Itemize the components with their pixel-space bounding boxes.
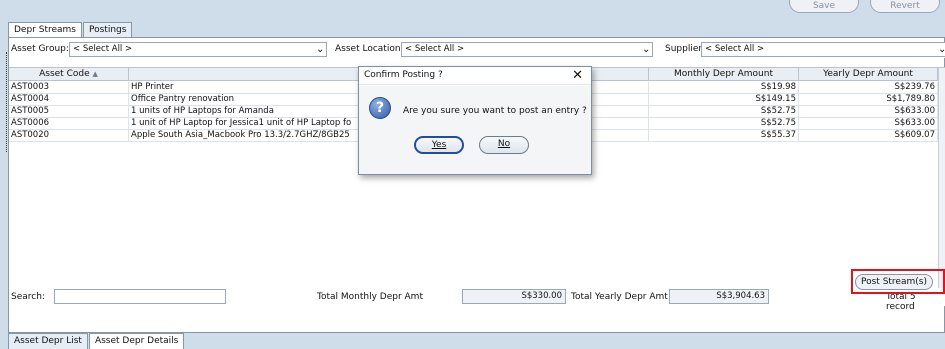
asset-group-select[interactable]: < Select All > ⌄ xyxy=(69,42,327,57)
asset-group-label: Asset Group: xyxy=(11,44,69,54)
chevron-down-icon: ⌄ xyxy=(938,44,945,55)
total-yearly-label: Total Yearly Depr Amt xyxy=(571,292,668,302)
total-monthly-value: S$330.00 xyxy=(462,289,566,304)
confirm-posting-dialog: Confirm Posting ? ✕ ? Are you sure you w… xyxy=(358,66,592,175)
tab-depr-streams[interactable]: Depr Streams xyxy=(8,22,82,38)
column-header-yearly[interactable]: Yearly Depr Amount xyxy=(799,68,938,81)
table-cell: S$55.37 xyxy=(649,130,799,142)
table-cell: AST0005 xyxy=(9,106,129,118)
search-label: Search: xyxy=(11,292,45,302)
dialog-body: ? Are you sure you want to post an entry… xyxy=(359,86,591,174)
totals-bar: Search: Total Monthly Depr Amt S$330.00 … xyxy=(9,288,945,312)
sort-asc-icon: ▲ xyxy=(92,70,98,78)
dialog-titlebar: Confirm Posting ? ✕ xyxy=(359,67,591,85)
asset-location-select[interactable]: < Select All > ⌄ xyxy=(401,42,653,57)
total-yearly-value: S$3,904.63 xyxy=(669,289,769,304)
table-cell: AST0004 xyxy=(9,94,129,106)
filter-bar: Asset Group: < Select All > ⌄ Asset Loca… xyxy=(9,42,945,58)
tab-postings[interactable]: Postings xyxy=(83,22,133,38)
top-tabs: Depr Streams Postings xyxy=(8,22,133,38)
column-header-asset-code[interactable]: Asset Code ▲ xyxy=(9,68,129,81)
total-monthly-label: Total Monthly Depr Amt xyxy=(317,292,423,302)
post-streams-button[interactable]: Post Stream(s) xyxy=(855,274,933,290)
table-cell: S$149.15 xyxy=(649,94,799,106)
asset-location-value: < Select All > xyxy=(405,44,465,54)
total-records: Total 5 record xyxy=(886,292,916,312)
table-cell: S$239.76 xyxy=(799,82,938,94)
table-cell: S$52.75 xyxy=(649,106,799,118)
bottom-tabs: Asset Depr List Asset Depr Details xyxy=(0,333,945,349)
table-cell: S$1,789.80 xyxy=(799,94,938,106)
table-cell: S$609.07 xyxy=(799,130,938,142)
table-cell: S$633.00 xyxy=(799,106,938,118)
grid-scrollbar[interactable] xyxy=(938,68,945,288)
no-button[interactable]: No xyxy=(479,136,529,154)
column-header-monthly[interactable]: Monthly Depr Amount xyxy=(649,68,799,81)
top-toolbar: Save Revert xyxy=(0,0,945,20)
supplier-label: Supplier: xyxy=(665,44,705,54)
yes-button[interactable]: Yes xyxy=(414,136,464,154)
supplier-value: < Select All > xyxy=(705,44,765,54)
tab-asset-depr-list[interactable]: Asset Depr List xyxy=(8,333,88,349)
tab-asset-depr-details[interactable]: Asset Depr Details xyxy=(88,333,185,349)
revert-button[interactable]: Revert xyxy=(870,0,940,13)
supplier-select[interactable]: < Select All > ⌄ xyxy=(701,42,945,57)
dialog-title: Confirm Posting ? xyxy=(364,70,443,80)
close-icon[interactable]: ✕ xyxy=(572,68,583,83)
column-header-label: Asset Code xyxy=(39,69,90,79)
question-icon: ? xyxy=(369,97,391,119)
chevron-down-icon: ⌄ xyxy=(316,44,325,55)
asset-location-label: Asset Location: xyxy=(335,44,404,54)
table-cell: AST0020 xyxy=(9,130,129,142)
dialog-message: Are you sure you want to post an entry ? xyxy=(403,106,587,116)
asset-group-value: < Select All > xyxy=(73,44,133,54)
search-input[interactable] xyxy=(54,289,226,304)
table-cell: AST0006 xyxy=(9,118,129,130)
table-cell: AST0003 xyxy=(9,82,129,94)
table-cell: S$52.75 xyxy=(649,118,799,130)
table-cell: S$19.98 xyxy=(649,82,799,94)
chevron-down-icon: ⌄ xyxy=(642,44,651,55)
save-button[interactable]: Save xyxy=(789,0,859,13)
table-cell: S$633.00 xyxy=(799,118,938,130)
